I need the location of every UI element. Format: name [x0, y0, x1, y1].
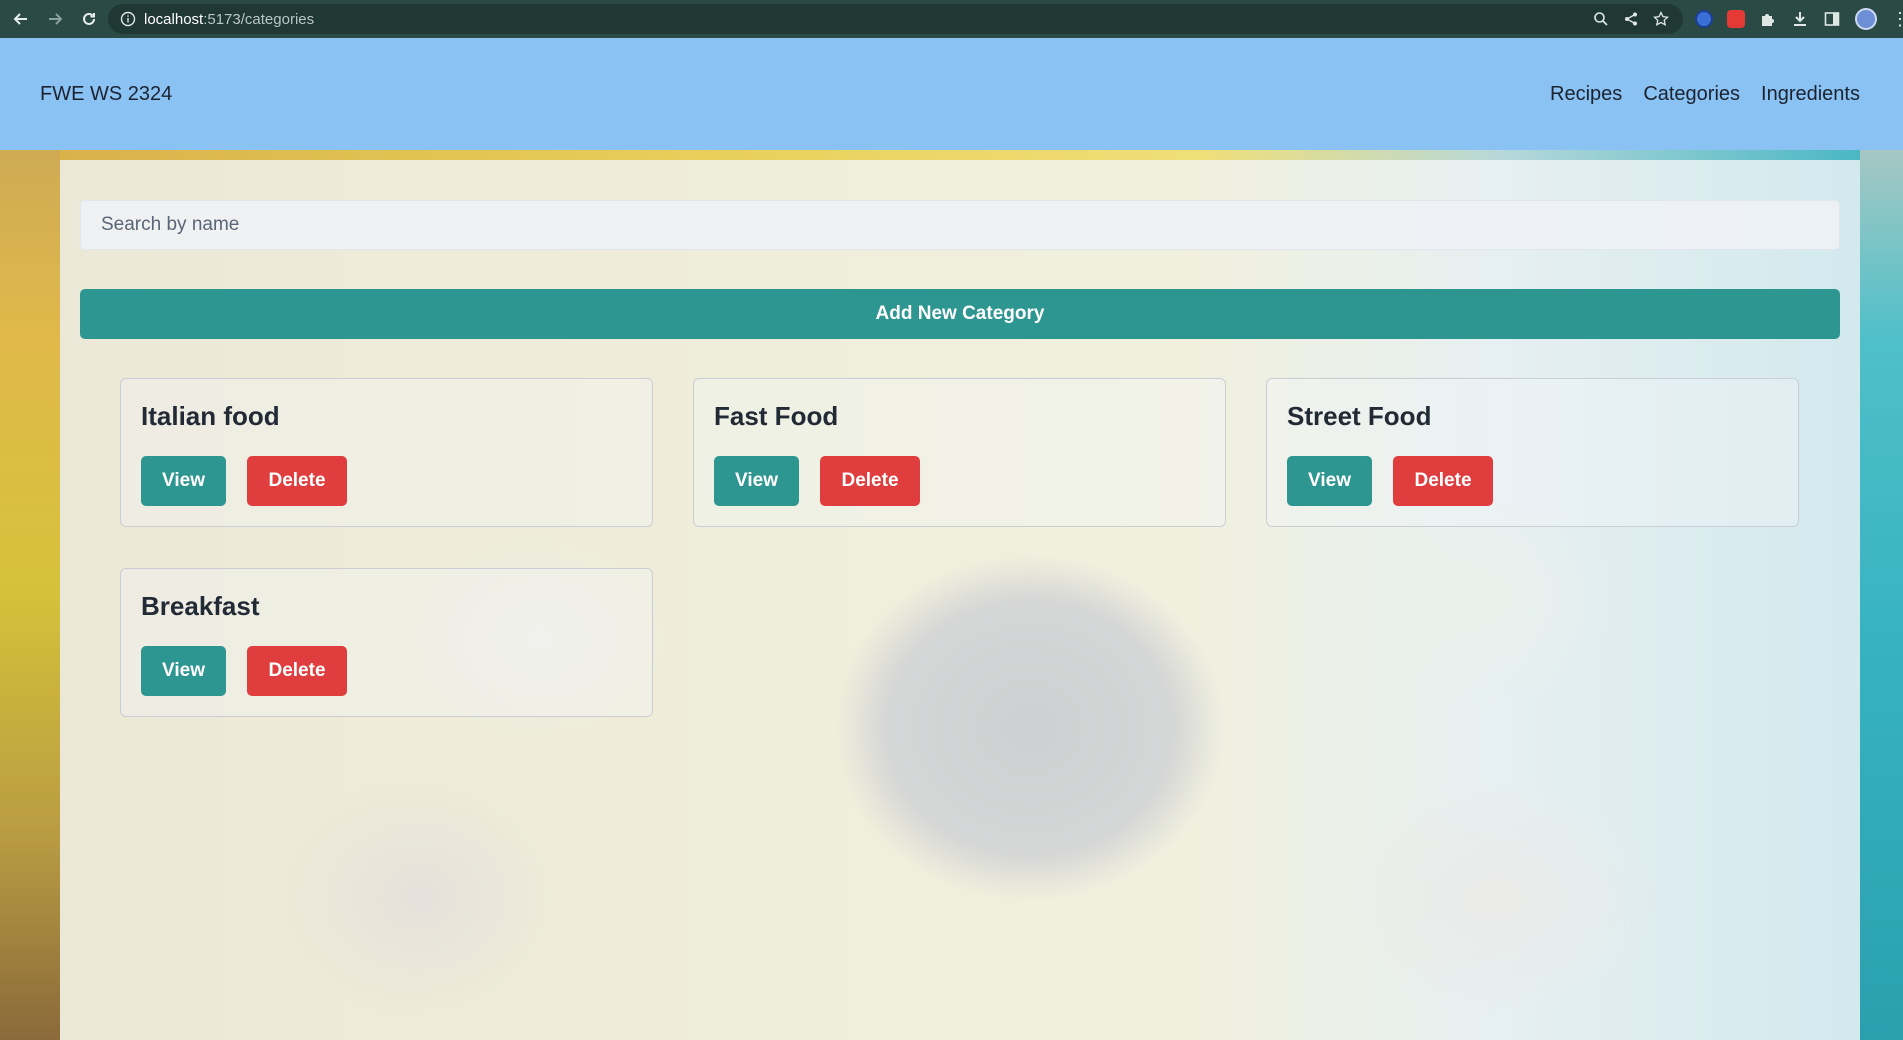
share-icon[interactable]: [1623, 11, 1639, 27]
url-path: :5173/categories: [203, 10, 315, 28]
category-name: Italian food: [141, 401, 280, 431]
extensions-puzzle-icon[interactable]: [1759, 10, 1777, 28]
delete-button[interactable]: Delete: [247, 646, 347, 696]
browser-toolbar: localhost:5173/categories ⋮: [0, 0, 1903, 38]
background-right-edge: [1860, 38, 1903, 1040]
nav-links: Recipes Categories Ingredients: [1550, 83, 1860, 106]
category-card: Fast Food View Delete: [693, 378, 1226, 527]
nav-link-recipes[interactable]: Recipes: [1550, 83, 1622, 106]
reload-icon[interactable]: [74, 4, 104, 34]
delete-button[interactable]: Delete: [1393, 456, 1493, 506]
nav-link-ingredients[interactable]: Ingredients: [1761, 83, 1860, 106]
view-button[interactable]: View: [141, 646, 226, 696]
menu-kebab-icon[interactable]: ⋮: [1891, 10, 1903, 28]
forward-icon[interactable]: [40, 4, 70, 34]
categories-panel: Add New Category Italian food View Delet…: [60, 160, 1860, 1040]
extension-blue-icon[interactable]: [1695, 10, 1713, 28]
category-name: Fast Food: [714, 401, 839, 431]
view-button[interactable]: View: [714, 456, 799, 506]
page: FWE WS 2324 Recipes Categories Ingredien…: [0, 38, 1903, 1040]
side-panel-icon[interactable]: [1823, 10, 1841, 28]
category-card: Breakfast View Delete: [120, 568, 653, 717]
navbar: FWE WS 2324 Recipes Categories Ingredien…: [0, 38, 1903, 150]
address-bar[interactable]: localhost:5173/categories: [108, 4, 1683, 34]
url-host: localhost: [144, 10, 204, 28]
category-card: Street Food View Delete: [1266, 378, 1799, 527]
view-button[interactable]: View: [141, 456, 226, 506]
back-icon[interactable]: [6, 4, 36, 34]
zoom-icon[interactable]: [1593, 11, 1609, 27]
view-button[interactable]: View: [1287, 456, 1372, 506]
category-name: Breakfast: [141, 591, 260, 621]
background-left-edge: [0, 38, 60, 1040]
category-name: Street Food: [1287, 401, 1432, 431]
extension-red-icon[interactable]: [1727, 10, 1745, 28]
download-icon[interactable]: [1791, 10, 1809, 28]
delete-button[interactable]: Delete: [820, 456, 920, 506]
category-card: Italian food View Delete: [120, 378, 653, 527]
brand-title[interactable]: FWE WS 2324: [40, 83, 172, 106]
profile-avatar[interactable]: [1855, 8, 1877, 30]
nav-link-categories[interactable]: Categories: [1643, 83, 1740, 106]
info-icon[interactable]: [120, 11, 136, 27]
search-input[interactable]: [80, 200, 1840, 250]
bookmark-star-icon[interactable]: [1652, 10, 1670, 27]
add-category-button[interactable]: Add New Category: [80, 289, 1840, 339]
delete-button[interactable]: Delete: [247, 456, 347, 506]
